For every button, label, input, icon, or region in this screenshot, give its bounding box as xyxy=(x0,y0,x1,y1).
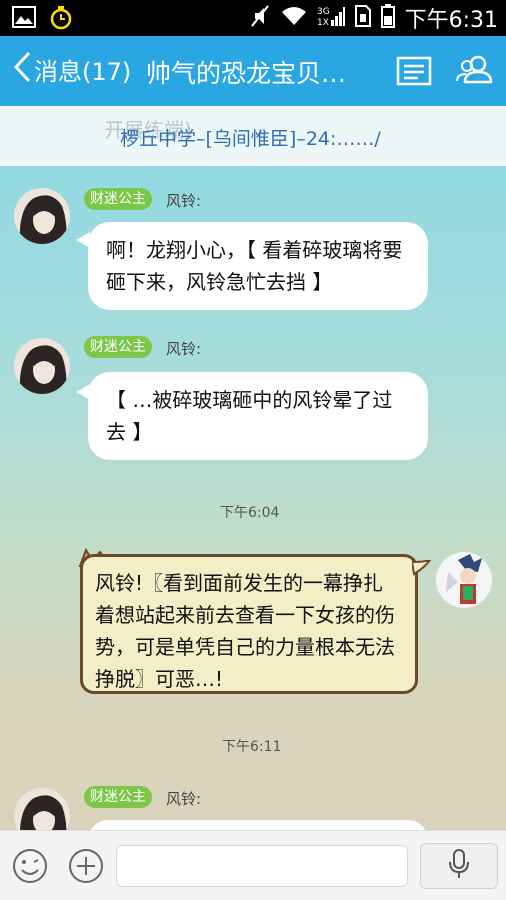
mute-icon xyxy=(249,4,271,32)
signal-icon: 3G 1X xyxy=(317,4,345,32)
chat-title: 帅气的恐龙宝贝… xyxy=(146,59,347,88)
title-badge: 财迷公主 xyxy=(84,188,152,210)
message-bubble[interactable] xyxy=(88,820,428,830)
microphone-icon xyxy=(448,848,470,884)
chevron-left-icon xyxy=(12,50,32,88)
input-bar xyxy=(0,830,506,900)
battery-icon xyxy=(380,4,395,32)
sim-icon xyxy=(354,5,371,31)
svg-text:3G: 3G xyxy=(317,7,330,17)
message-bubble[interactable]: 【 …被碎玻璃砸中的风铃晕了过去 】 xyxy=(88,372,428,460)
status-bar: 3G 1X 下午6:31 xyxy=(0,0,506,36)
emoji-icon[interactable] xyxy=(12,848,48,888)
gallery-icon xyxy=(12,6,36,34)
back-button[interactable]: 消息(17) xyxy=(12,50,131,88)
svg-text:1X: 1X xyxy=(317,18,329,28)
clock-time: 下午6:31 xyxy=(404,8,498,33)
sender-name: 风铃: xyxy=(166,790,202,808)
voice-button[interactable] xyxy=(420,843,498,889)
my-message-bubble[interactable]: 风铃!〖看到面前发生的一幕挣扎着想站起来前去查看一下女孩的伤势，可是单凭自己的力… xyxy=(80,554,418,694)
avatar[interactable] xyxy=(14,788,70,830)
title-badge: 财迷公主 xyxy=(84,786,152,808)
chat-header: 消息(17) 帅气的恐龙宝贝… xyxy=(0,36,506,106)
wifi-icon xyxy=(281,5,307,31)
avatar-self[interactable] xyxy=(436,552,492,608)
message-text: 椤丘中学–[乌间惟臣]–24:……/ xyxy=(120,128,381,150)
timestamp: 下午6:11 xyxy=(222,739,282,755)
message-bubble[interactable]: 啊！龙翔小心，【 看着碎玻璃将要砸下来，风铃急忙去挡 】 xyxy=(88,222,428,310)
chat-area[interactable]: 开展练端) 椤丘中学–[乌间惟臣]–24:……/ 财迷公主 风铃: 啊！龙翔小心… xyxy=(0,106,506,830)
avatar[interactable] xyxy=(14,188,70,244)
back-label: 消息(17) xyxy=(34,57,132,86)
sender-name: 风铃: xyxy=(166,192,202,210)
previous-message-strip: 开展练端) 椤丘中学–[乌间惟臣]–24:……/ xyxy=(0,106,506,166)
clock-icon xyxy=(50,6,72,34)
timestamp: 下午6:04 xyxy=(220,505,280,521)
avatar[interactable] xyxy=(14,338,70,394)
plus-icon[interactable] xyxy=(68,848,104,888)
group-icon[interactable] xyxy=(454,50,496,94)
title-badge: 财迷公主 xyxy=(84,336,152,358)
profile-card-icon[interactable] xyxy=(396,50,432,94)
sender-name: 风铃: xyxy=(166,340,202,358)
message-input[interactable] xyxy=(116,845,408,887)
bubble-tail xyxy=(410,558,433,580)
